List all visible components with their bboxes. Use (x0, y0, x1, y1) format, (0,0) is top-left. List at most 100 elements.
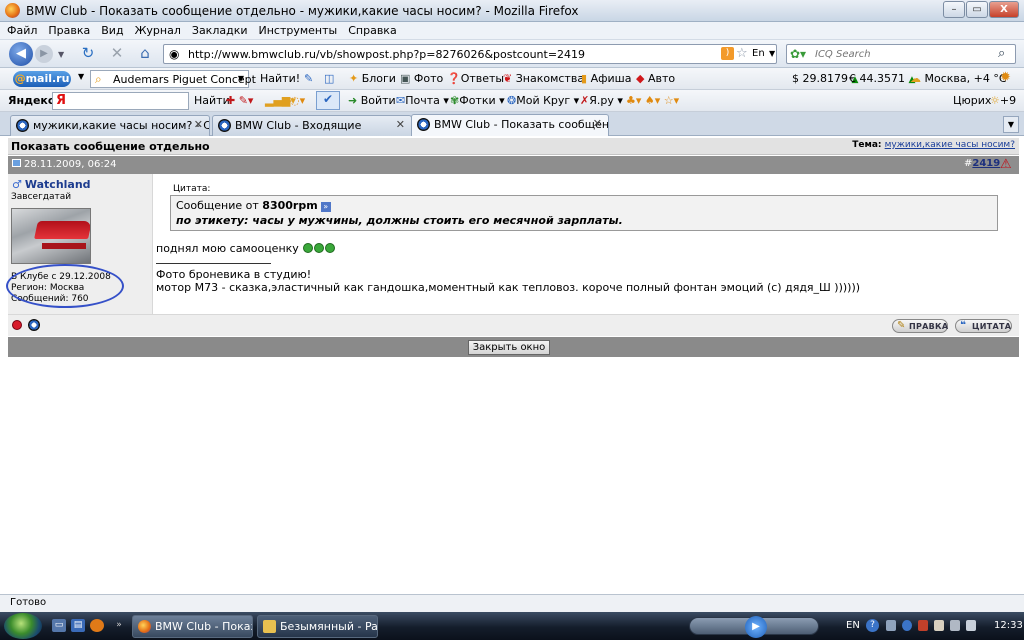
menu-help[interactable]: Справка (341, 22, 400, 37)
yandex-city[interactable]: Цюрих (953, 94, 991, 107)
search-dropdown-icon[interactable]: ▼ (238, 74, 244, 83)
firefox-quicklaunch-icon[interactable] (90, 619, 104, 632)
tray-app-icon[interactable] (934, 620, 944, 631)
mailru-link-answers[interactable]: ❓Ответы (447, 72, 504, 85)
maximize-button[interactable]: ▭ (966, 1, 988, 18)
eur-rate[interactable]: € 44.3571 ▲ (849, 72, 915, 85)
tray-arrow-icon[interactable] (886, 620, 896, 631)
tab-showpost[interactable]: BMW Club - Показать сообщени... ✕ (411, 114, 609, 137)
mailru-search-value[interactable]: Audemars Piguet Concept (113, 73, 256, 86)
menu-view[interactable]: Вид (94, 22, 127, 37)
mailru-link-blogs[interactable]: ✦ Блоги (349, 72, 396, 85)
show-desktop-icon[interactable]: ▭ (52, 619, 66, 632)
page-search-icon[interactable]: ◫ (324, 72, 334, 85)
edit-button[interactable]: ✎ ПРАВКА (892, 319, 948, 333)
highlight-icon[interactable]: ✎ (304, 72, 313, 85)
tab-close-icon[interactable]: ✕ (194, 118, 203, 131)
tab-inbox[interactable]: BMW Club - Входящие ✕ (212, 115, 412, 136)
menu-file[interactable]: Файл (0, 22, 41, 37)
reload-button[interactable]: ↻ (78, 44, 98, 64)
menu-edit[interactable]: Правка (41, 22, 94, 37)
menu-bookmarks[interactable]: Закладки (185, 22, 252, 37)
mailru-logo[interactable]: @mail.ru (13, 71, 71, 87)
play-icon[interactable]: ▶ (745, 616, 767, 638)
speech-bubble-icon[interactable]: ◌▾ (290, 94, 305, 107)
close-button[interactable]: X (989, 1, 1019, 18)
help-icon[interactable]: ? (866, 619, 879, 632)
yandex-mail[interactable]: ✉Почта ▾ (396, 94, 449, 107)
tab-thread[interactable]: мужики,какие часы носим? - Стр... ✕ (10, 115, 210, 136)
switch-windows-icon[interactable]: ▤ (71, 619, 85, 632)
report-warning-icon[interactable]: ⚠ (1000, 157, 1012, 172)
yandex-photos[interactable]: ✾Фотки ▾ (450, 94, 505, 107)
network-icon[interactable] (950, 620, 960, 631)
quote-button[interactable]: ❝ ЦИТАТА (955, 319, 1012, 333)
url-text[interactable]: http://www.bmwclub.ru/vb/showpost.php?p=… (188, 48, 585, 61)
view-post-icon[interactable]: » (320, 202, 331, 212)
post-number-link[interactable]: 2419 (972, 158, 1000, 169)
stop-button[interactable]: ✕ (107, 44, 127, 64)
check-icon[interactable]: ✔ (316, 91, 340, 110)
search-icon[interactable]: ⌕ (998, 46, 1005, 61)
market-icon[interactable]: ♣▾ ♠▾ ☆▾ (626, 94, 679, 107)
mailru-link-auto[interactable]: ◆ Авто (636, 72, 675, 85)
post-number: #2419 (964, 158, 1001, 169)
close-window-button[interactable]: Закрыть окно (468, 340, 550, 355)
bookmark-star-icon[interactable]: ☆ (736, 46, 748, 61)
address-bar[interactable]: ◉ http://www.bmwclub.ru/vb/showpost.php?… (163, 44, 777, 64)
history-dropdown-icon[interactable]: ▼ (58, 50, 64, 59)
rss-icon[interactable]: ) (721, 47, 734, 60)
windows-taskbar: ▭ ▤ » BMW Club - Показа... Безымянный - … (0, 612, 1024, 640)
mailru-link-afisha[interactable]: ▮ Афиша (581, 72, 631, 85)
media-player-band[interactable]: ▶ (689, 616, 819, 638)
title-bar: BMW Club - Показать сообщение отдельно -… (0, 0, 1024, 22)
post-date: 28.11.2009, 06:24 (12, 159, 116, 170)
post-body: Цитата: Сообщение от 8300rpm» по этикету… (153, 174, 1019, 314)
yandex-weather[interactable]: ☼+9 (990, 94, 1016, 107)
language-indicator[interactable]: EN (846, 620, 860, 631)
tab-close-icon[interactable]: ✕ (593, 117, 602, 130)
dating-icon: ❦ (503, 72, 513, 85)
translate-lang[interactable]: En (752, 48, 765, 59)
start-button[interactable] (4, 613, 42, 639)
mailru-search-field[interactable]: ⌕ Audemars Piguet Concept ▼ (90, 70, 256, 88)
mailru-menu-dropdown-icon[interactable]: ▼ (78, 72, 84, 81)
username[interactable]: ♂ Watchland (12, 178, 91, 191)
yandex-moikrug[interactable]: ❂Мой Круг ▾ (507, 94, 579, 107)
clock[interactable]: 12:33 (994, 620, 1023, 631)
volume-icon[interactable] (966, 620, 976, 631)
task-paint[interactable]: Безымянный - Paint (257, 615, 378, 638)
yandex-login[interactable]: ➜ Войти (348, 94, 396, 107)
thread-link[interactable]: мужики,какие часы носим? (885, 140, 1015, 150)
tab-bar: мужики,какие часы носим? - Стр... ✕ BMW … (0, 112, 1024, 137)
quicklaunch-more-icon[interactable]: » (112, 619, 126, 632)
home-button[interactable]: ⌂ (135, 44, 155, 64)
menu-history[interactable]: Журнал (128, 22, 185, 37)
mailru-link-dating[interactable]: ❦ Знакомства (503, 72, 584, 85)
yandex-yaru[interactable]: ✗Я.ру ▾ (580, 94, 623, 107)
network-globe-icon[interactable] (902, 620, 912, 631)
status-text: Готово (10, 597, 47, 608)
minimize-button[interactable]: – (943, 1, 965, 18)
antivirus-icon[interactable] (918, 620, 928, 631)
back-button[interactable]: ◀ (9, 42, 33, 66)
settings-gear-icon[interactable]: ✹ (1000, 70, 1011, 85)
url-dropdown-icon[interactable]: ▼ (769, 49, 775, 58)
forward-button[interactable]: ▶ (35, 45, 53, 63)
weather[interactable]: ☁ Москва, +4 °C (910, 72, 1007, 85)
icq-flower-icon: ✿▾ (790, 47, 807, 61)
menu-tools[interactable]: Инструменты (252, 22, 342, 37)
page-title: Показать сообщение отдельно (11, 140, 210, 153)
tab-list-dropdown-icon[interactable]: ▼ (1003, 116, 1019, 133)
yandex-search-input[interactable]: Я (52, 92, 189, 110)
page-header: Показать сообщение отдельно Тема: мужики… (8, 138, 1019, 155)
yandex-find-button[interactable]: Найти (194, 94, 230, 107)
icq-search-box[interactable]: ✿▾ ⌕ (786, 44, 1016, 64)
icq-search-input[interactable] (815, 47, 995, 62)
yandex-tool-icon[interactable]: ✚ ✎▾ (226, 94, 253, 107)
tab-close-icon[interactable]: ✕ (396, 118, 405, 131)
mailru-find-button[interactable]: Найти! (260, 72, 300, 85)
mailru-link-photo[interactable]: ▣ Фото (400, 72, 443, 85)
task-firefox[interactable]: BMW Club - Показа... (132, 615, 253, 638)
bmw-logo-icon (28, 319, 40, 331)
